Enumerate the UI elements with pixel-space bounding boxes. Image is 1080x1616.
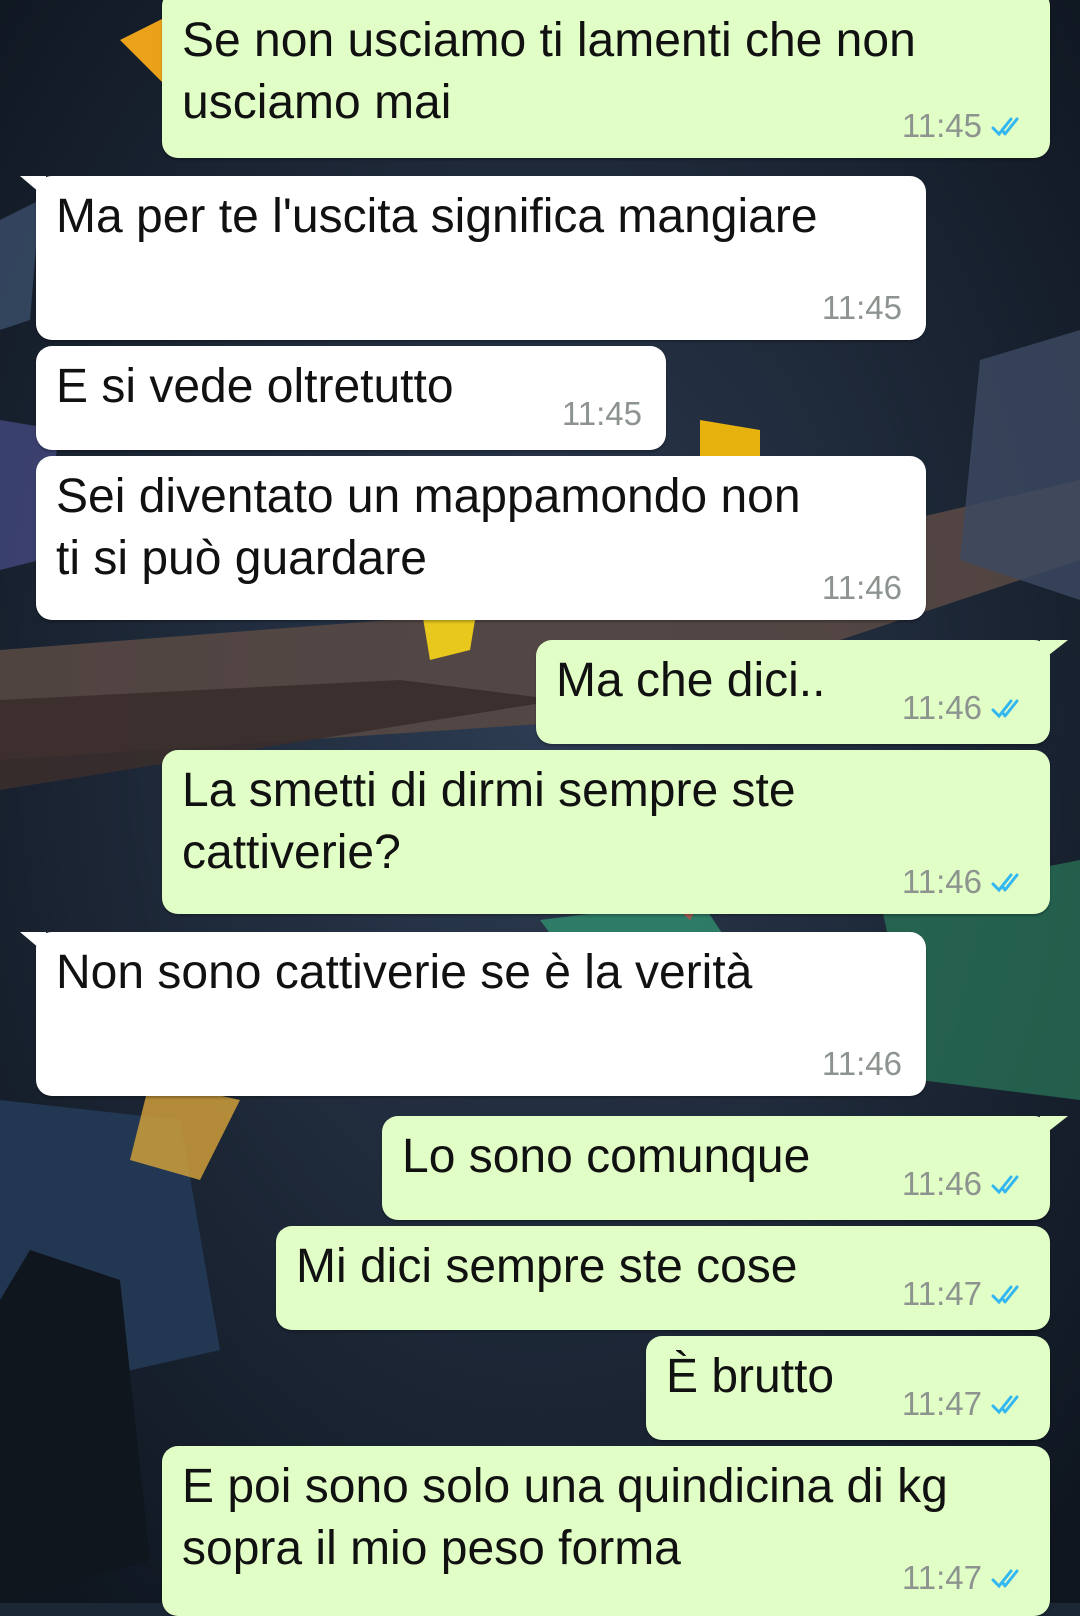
incoming-message[interactable]: Sei diventato un mappamondo non ti si pu… [36, 456, 926, 620]
message-meta: 11:45 [822, 290, 902, 326]
message-text: Non sono cattiverie se è la verità [56, 946, 753, 999]
read-double-tick-icon [991, 117, 1019, 137]
outgoing-message[interactable]: Lo sono comunque 11:46 [382, 1116, 1068, 1220]
bubble-tail [1040, 640, 1068, 662]
incoming-message[interactable]: Ma per te l'uscita significa mangiare 11… [20, 176, 926, 340]
read-double-tick-icon [991, 1569, 1019, 1589]
message-time: 11:46 [821, 569, 902, 606]
message-meta: 11:46 [822, 570, 902, 606]
message-list[interactable]: Se non usciamo ti lamenti che non usciam… [0, 0, 1080, 1616]
message-time: 11:45 [821, 289, 902, 326]
outgoing-message[interactable]: E poi sono solo una quindicina di kg sop… [162, 1446, 1050, 1616]
outgoing-message[interactable]: Mi dici sempre ste cose 11:47 [276, 1226, 1050, 1330]
read-double-tick-icon [991, 1175, 1019, 1195]
outgoing-message[interactable]: Se non usciamo ti lamenti che non usciam… [162, 0, 1050, 158]
message-meta: 11:47 [902, 1560, 1028, 1596]
message-time: 11:45 [561, 395, 642, 432]
message-text: Se non usciamo ti lamenti che non usciam… [182, 14, 916, 129]
message-time: 11:46 [901, 689, 982, 726]
message-text: Ma per te l'uscita significa mangiare [56, 190, 818, 243]
bubble-tail [1040, 1116, 1068, 1138]
bubble-tail [20, 176, 46, 198]
outgoing-message[interactable]: Ma che dici.. 11:46 [536, 640, 1068, 744]
message-meta: 11:46 [902, 1166, 1028, 1202]
message-time: 11:47 [901, 1559, 982, 1596]
message-text: E si vede oltretutto [56, 360, 454, 413]
outgoing-message[interactable]: La smetti di dirmi sempre ste cattiverie… [162, 750, 1050, 914]
message-meta: 11:46 [902, 864, 1028, 900]
incoming-message[interactable]: Non sono cattiverie se è la verità 11:46 [20, 932, 926, 1096]
message-time: 11:47 [901, 1385, 982, 1422]
message-text: La smetti di dirmi sempre ste cattiverie… [182, 764, 796, 879]
read-double-tick-icon [991, 1395, 1019, 1415]
message-meta: 11:47 [902, 1386, 1028, 1422]
read-double-tick-icon [991, 1285, 1019, 1305]
message-meta: 11:45 [902, 108, 1028, 144]
message-meta: 11:45 [562, 396, 642, 432]
message-time: 11:46 [821, 1045, 902, 1082]
bubble-tail [20, 932, 46, 954]
message-meta: 11:46 [822, 1046, 902, 1082]
message-time: 11:46 [901, 1165, 982, 1202]
message-meta: 11:46 [902, 690, 1028, 726]
message-time: 11:45 [901, 107, 982, 144]
message-time: 11:46 [901, 863, 982, 900]
message-meta: 11:47 [902, 1276, 1028, 1312]
message-text: E poi sono solo una quindicina di kg sop… [182, 1460, 948, 1575]
outgoing-message[interactable]: È brutto 11:47 [646, 1336, 1050, 1440]
read-double-tick-icon [991, 873, 1019, 893]
message-text: Sei diventato un mappamondo non ti si pu… [56, 470, 801, 585]
message-time: 11:47 [901, 1275, 982, 1312]
incoming-message[interactable]: E si vede oltretutto 11:45 [36, 346, 666, 450]
read-double-tick-icon [991, 699, 1019, 719]
